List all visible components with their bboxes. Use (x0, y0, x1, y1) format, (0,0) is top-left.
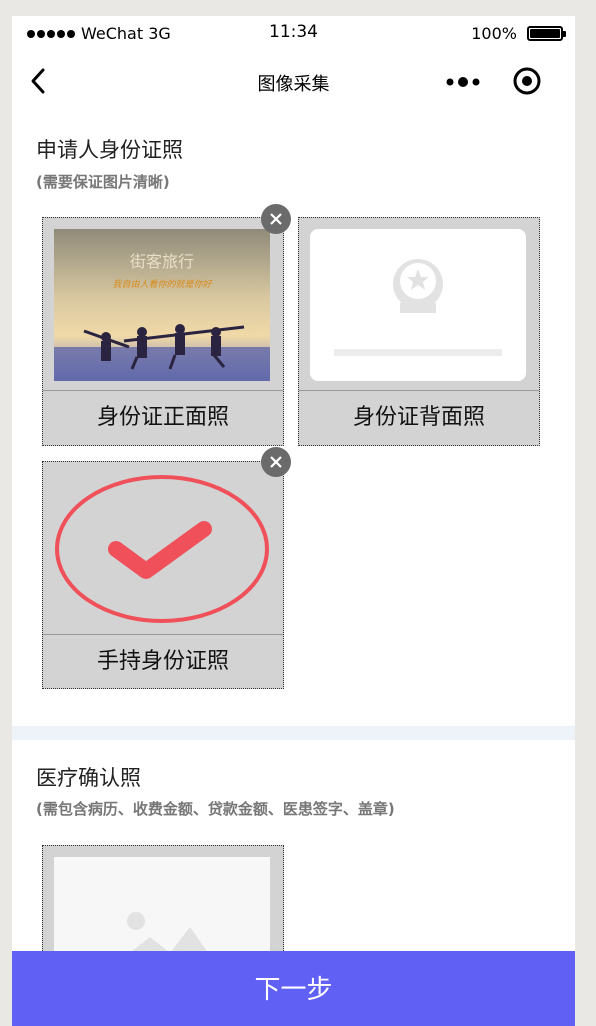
close-icon (270, 213, 282, 225)
remove-id-handheld-button[interactable] (261, 447, 291, 477)
id-back-label: 身份证背面照 (299, 390, 539, 444)
id-front-photo: 街客旅行 我自由人看你的就是你好 (54, 229, 270, 381)
more-dots-icon[interactable] (444, 72, 484, 92)
page-title: 图像采集 (257, 74, 330, 95)
battery-percent: 100% (471, 24, 517, 43)
phone-screen: WeChat 3G 11:34 100% 图像采集 申请人身份证照 (需要保证图… (12, 16, 575, 1026)
next-step-button[interactable]: 下一步 (12, 951, 575, 1026)
id-handheld-label: 手持身份证照 (43, 634, 283, 688)
photo-caption-1: 街客旅行 (130, 252, 194, 271)
upload-success-check-icon (55, 475, 269, 623)
remove-id-front-button[interactable] (261, 204, 291, 234)
id-back-card[interactable]: 身份证背面照 (298, 217, 540, 446)
id-section-title: 申请人身份证照 (36, 138, 183, 162)
photo-caption-2: 我自由人看你的就是你好 (112, 279, 213, 290)
close-icon (270, 456, 282, 468)
id-front-card[interactable]: 街客旅行 我自由人看你的就是你好 身份证正面照 (42, 217, 284, 446)
close-miniprogram-icon[interactable] (512, 66, 542, 96)
section-divider (12, 726, 575, 740)
status-bar: WeChat 3G 11:34 100% (12, 16, 575, 50)
medical-section-title: 医疗确认照 (36, 766, 141, 790)
id-back-placeholder (310, 229, 526, 381)
id-handheld-card[interactable]: 手持身份证照 (42, 461, 284, 689)
id-front-label: 身份证正面照 (43, 390, 283, 444)
id-section-subtitle: (需要保证图片清晰) (36, 173, 170, 191)
medical-section-subtitle: (需包含病历、收费金额、贷款金额、医患签字、盖章) (36, 800, 395, 818)
battery-icon (527, 26, 566, 41)
nav-bar: 图像采集 (12, 50, 575, 112)
